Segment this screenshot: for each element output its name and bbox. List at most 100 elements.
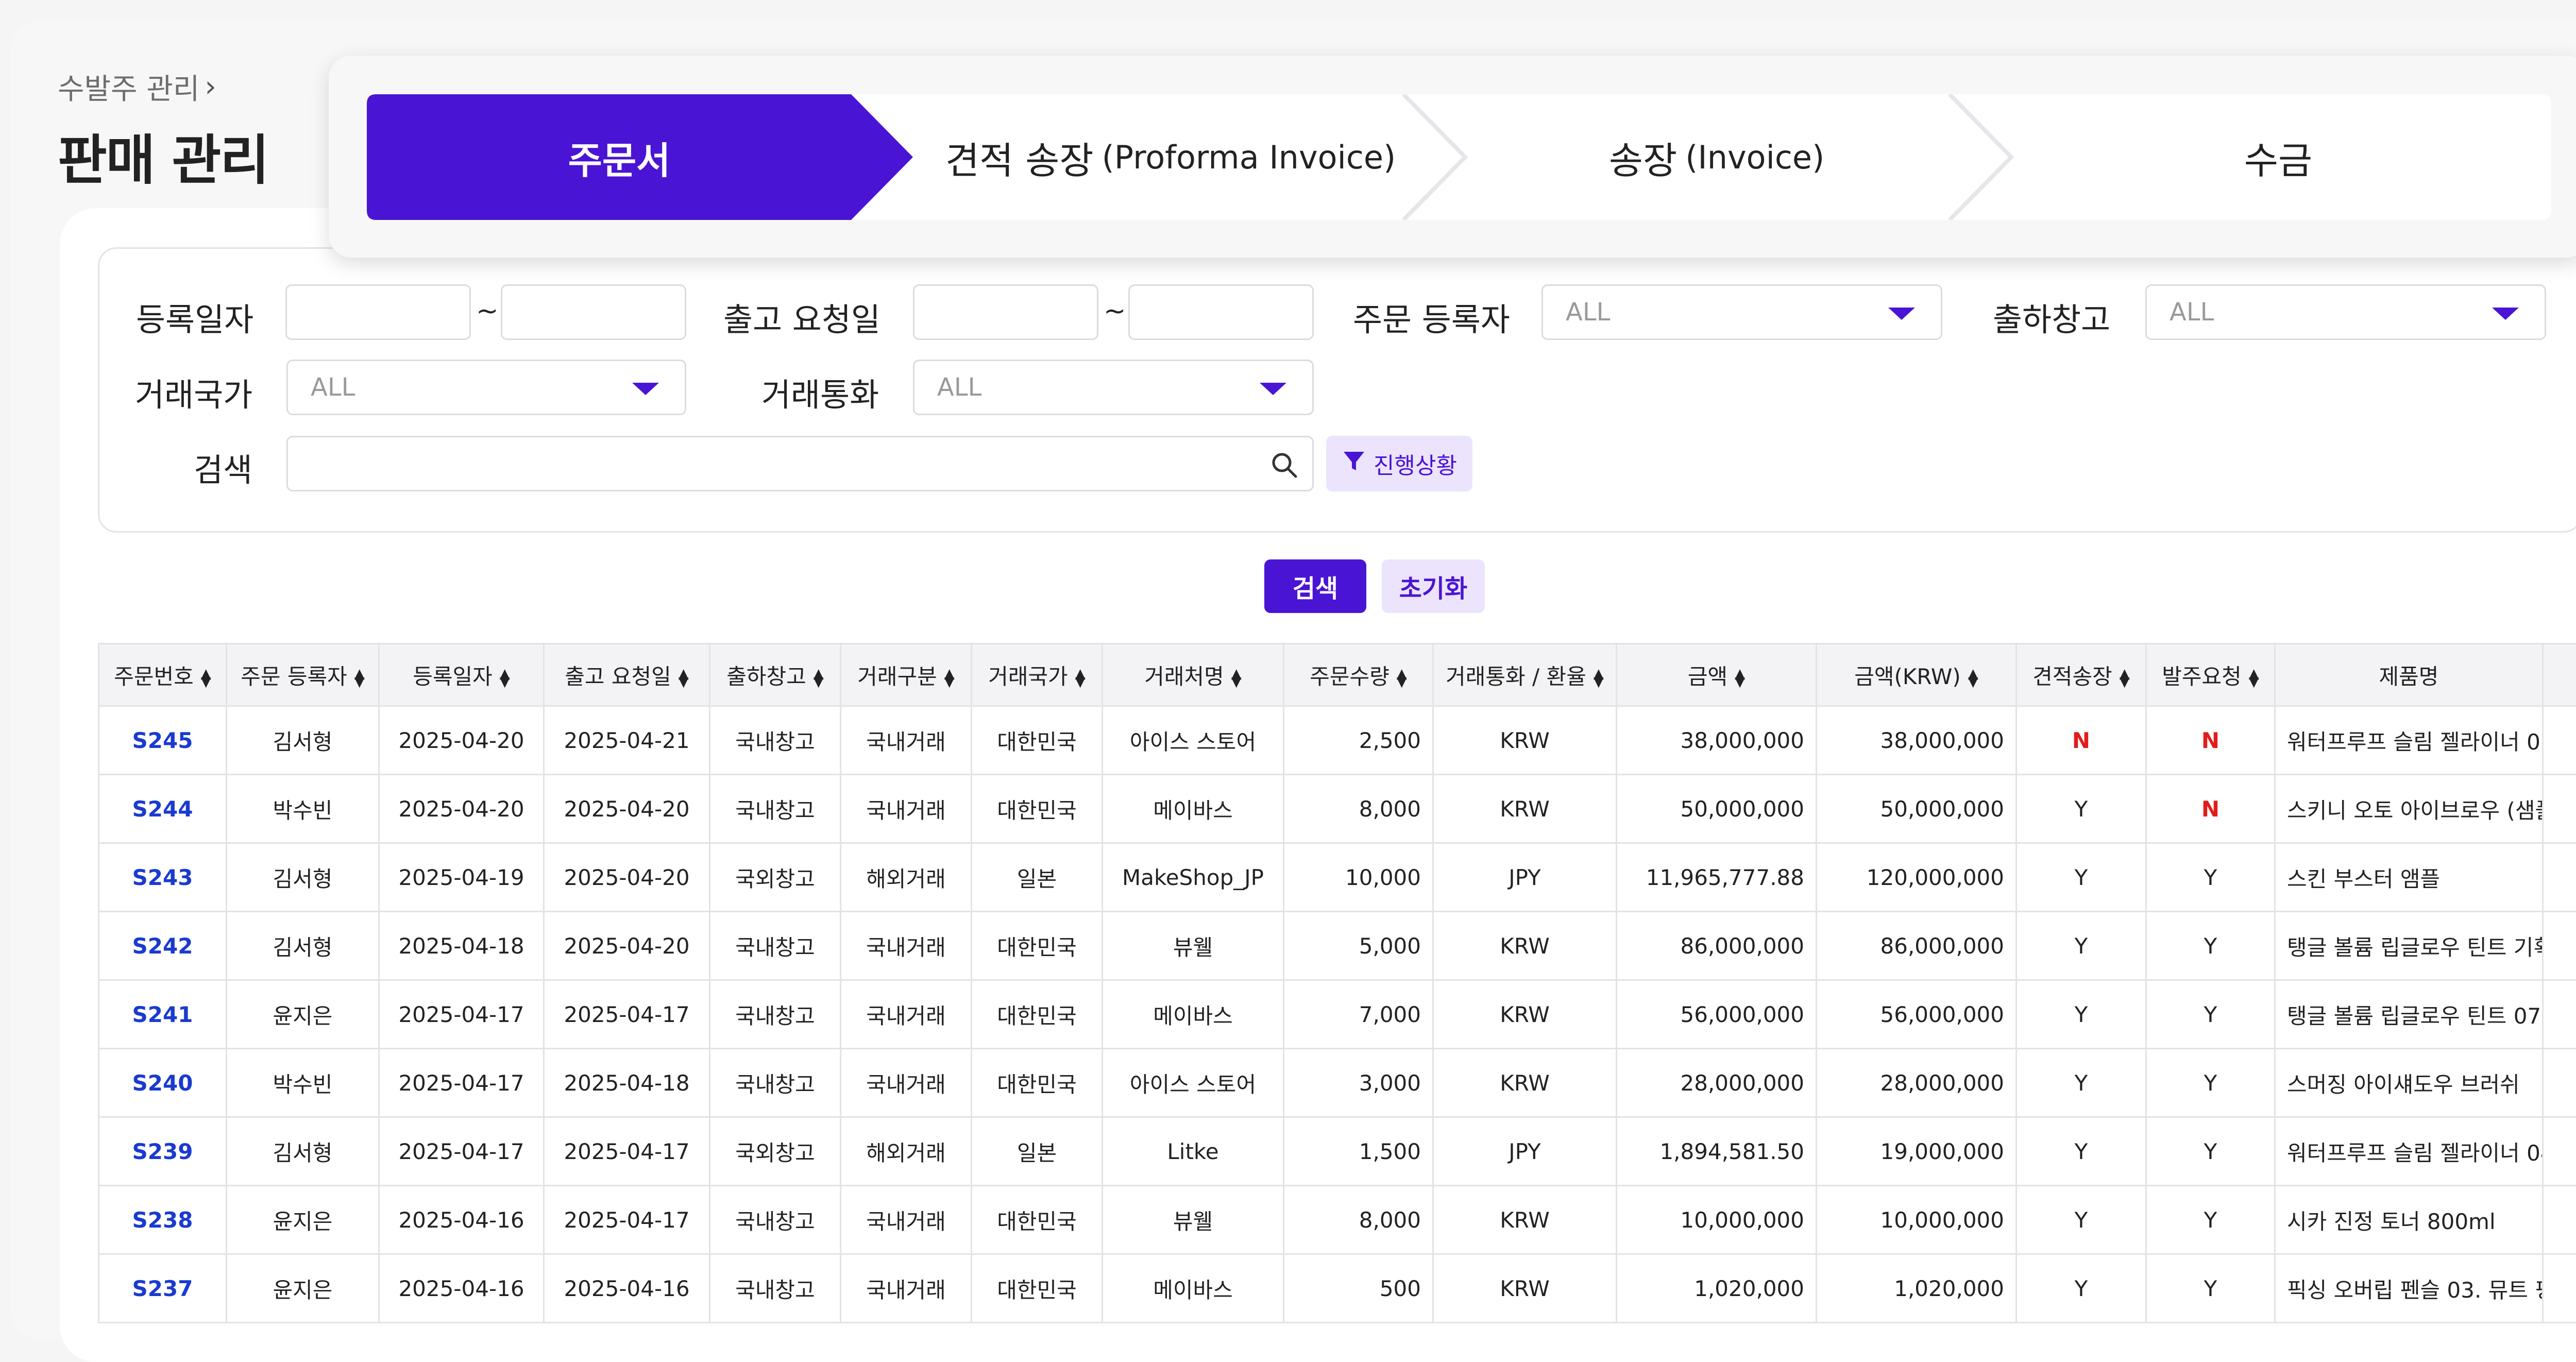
table-cell: MakeShop_JP [1103,843,1284,912]
column-header-label: 발주요청 [2162,664,2242,689]
ship-request-start-input[interactable] [913,284,1098,340]
column-header[interactable]: 출하창고▲▼ [710,644,841,706]
table-row[interactable]: S243김서형2025-04-192025-04-20국외창고해외거래일본Mak… [99,843,2576,912]
table-cell: Y [2016,980,2146,1049]
table-cell-spacer [2543,912,2576,980]
step-invoice[interactable]: 송장 (Invoice) [1459,94,1974,220]
column-header[interactable]: 금액▲▼ [1617,644,1817,706]
table-row[interactable]: S241윤지은2025-04-172025-04-17국내창고국내거래대한민국메… [99,980,2576,1049]
table-cell: 1,500 [1284,1117,1433,1186]
sort-icon[interactable]: ▲▼ [1397,670,1407,686]
table-cell: 56,000,000 [1817,980,2016,1049]
table-cell: 2025-04-17 [544,980,710,1049]
sort-icon[interactable]: ▲▼ [2120,670,2130,686]
table-row[interactable]: S239김서형2025-04-172025-04-17국외창고해외거래일본Lit… [99,1117,2576,1186]
order-number-link[interactable]: S241 [99,980,227,1049]
table-cell: 1,894,581.50 [1617,1117,1817,1186]
progress-filter-button[interactable]: 진행상황 [1326,436,1472,491]
search-icon[interactable] [1270,451,1299,482]
table-cell: 워터프루프 슬림 젤라이너 04 [2275,1117,2543,1186]
table-row[interactable]: S242김서형2025-04-182025-04-20국내창고국내거래대한민국뷰… [99,912,2576,980]
table-cell: 윤지은 [227,1186,379,1254]
order-number-link[interactable]: S239 [99,1117,227,1186]
column-header[interactable]: 발주요청 ▲▼ [2146,644,2275,706]
table-cell: 국내창고 [710,706,841,775]
column-header[interactable]: 제품명 [2275,644,2543,706]
table-cell: KRW [1433,706,1617,775]
column-header[interactable]: 출고 요청일▲▼ [544,644,710,706]
search-button[interactable]: 검색 [1264,559,1366,613]
order-registrant-select[interactable]: ALL [1541,284,1942,340]
column-header-label: 거래구분 [857,664,937,689]
table-cell: 아이스 스토어 [1103,706,1284,775]
table-cell: 국내거래 [841,912,972,980]
column-header[interactable]: 등록일자▲▼ [379,644,544,706]
search-input[interactable] [286,436,1314,491]
table-cell: N [2146,775,2275,843]
reg-date-end-input[interactable] [501,284,686,340]
warehouse-select[interactable]: ALL [2145,284,2546,340]
table-cell: 국내창고 [710,1186,841,1254]
table-cell: KRW [1433,1186,1617,1254]
column-header-label: 금액(KRW) [1854,664,1961,689]
table-cell: N [2016,706,2146,775]
sort-icon[interactable]: ▲▼ [814,670,824,686]
column-header[interactable]: 주문수량▲▼ [1284,644,1433,706]
sort-icon[interactable]: ▲▼ [2249,670,2259,686]
sort-icon[interactable]: ▲▼ [1735,670,1745,686]
table-cell: 500 [1284,1254,1433,1323]
table-cell: 스킨 부스터 앰플 [2275,843,2543,912]
sort-icon[interactable]: ▲▼ [201,670,211,686]
order-number-link[interactable]: S242 [99,912,227,980]
order-number-link[interactable]: S245 [99,706,227,775]
step-collection[interactable]: 수금 [2005,94,2551,220]
column-header[interactable]: 거래국가▲▼ [972,644,1103,706]
table-cell: 7,000 [1284,980,1433,1049]
column-header[interactable]: 주문번호▲▼ [99,644,227,706]
step-order[interactable]: 주문서 [367,94,872,220]
sort-icon[interactable]: ▲▼ [1075,670,1086,686]
order-number-link[interactable]: S243 [99,843,227,912]
table-row[interactable]: S240박수빈2025-04-172025-04-18국내창고국내거래대한민국아… [99,1049,2576,1117]
table-cell: 메이바스 [1103,1254,1284,1323]
reg-date-label: 등록일자 [136,294,253,340]
sort-icon[interactable]: ▲▼ [1231,670,1242,686]
column-header[interactable]: 거래통화 / 환율▲▼ [1433,644,1617,706]
reg-date-start-input[interactable] [285,284,471,340]
table-cell: 윤지은 [227,1254,379,1323]
order-number-link[interactable]: S244 [99,775,227,843]
sort-icon[interactable]: ▲▼ [500,670,510,686]
sort-icon[interactable]: ▲▼ [1968,670,1978,686]
column-header[interactable]: 금액(KRW) ▲▼ [1817,644,2016,706]
table-row[interactable]: S238윤지은2025-04-162025-04-17국내창고국내거래대한민국뷰… [99,1186,2576,1254]
sort-icon[interactable]: ▲▼ [354,670,365,686]
table-row[interactable]: S244박수빈2025-04-202025-04-20국내창고국내거래대한민국메… [99,775,2576,843]
country-select[interactable]: ALL [286,360,686,415]
table-cell: 11,965,777.88 [1617,843,1817,912]
column-header-label: 주문 등록자 [241,664,347,689]
currency-select[interactable]: ALL [913,360,1314,415]
order-number-link[interactable]: S238 [99,1186,227,1254]
column-header[interactable]: 주문 등록자 ▲▼ [227,644,379,706]
order-number-link[interactable]: S237 [99,1254,227,1323]
sort-icon[interactable]: ▲▼ [1594,670,1604,686]
breadcrumb[interactable]: 수발주 관리 › [58,66,216,108]
reset-button[interactable]: 초기화 [1382,559,1485,613]
table-row[interactable]: S245김서형2025-04-202025-04-21국내창고국내거래대한민국아… [99,706,2576,775]
ship-request-end-input[interactable] [1128,284,1314,340]
table-cell: 탱글 볼륨 립글로우 틴트 07 [2275,980,2543,1049]
sort-icon[interactable]: ▲▼ [679,670,689,686]
breadcrumb-parent[interactable]: 수발주 관리 [58,66,199,108]
table-row[interactable]: S237윤지은2025-04-162025-04-16국내창고국내거래대한민국메… [99,1254,2576,1323]
table-cell-spacer [2543,843,2576,912]
sort-icon[interactable]: ▲▼ [944,670,955,686]
column-header[interactable]: 견적송장▲▼ [2016,644,2146,706]
column-header[interactable]: 거래처명▲▼ [1103,644,1284,706]
chevron-right-icon: › [205,70,216,104]
column-header[interactable]: 거래구분 ▲▼ [841,644,972,706]
table-cell: 뷰웰 [1103,1186,1284,1254]
step-proforma-invoice[interactable]: 견적 송장 (Proforma Invoice) [913,94,1428,220]
order-number-link[interactable]: S240 [99,1049,227,1117]
table-cell: 김서형 [227,706,379,775]
table-cell: 50,000,000 [1617,775,1817,843]
